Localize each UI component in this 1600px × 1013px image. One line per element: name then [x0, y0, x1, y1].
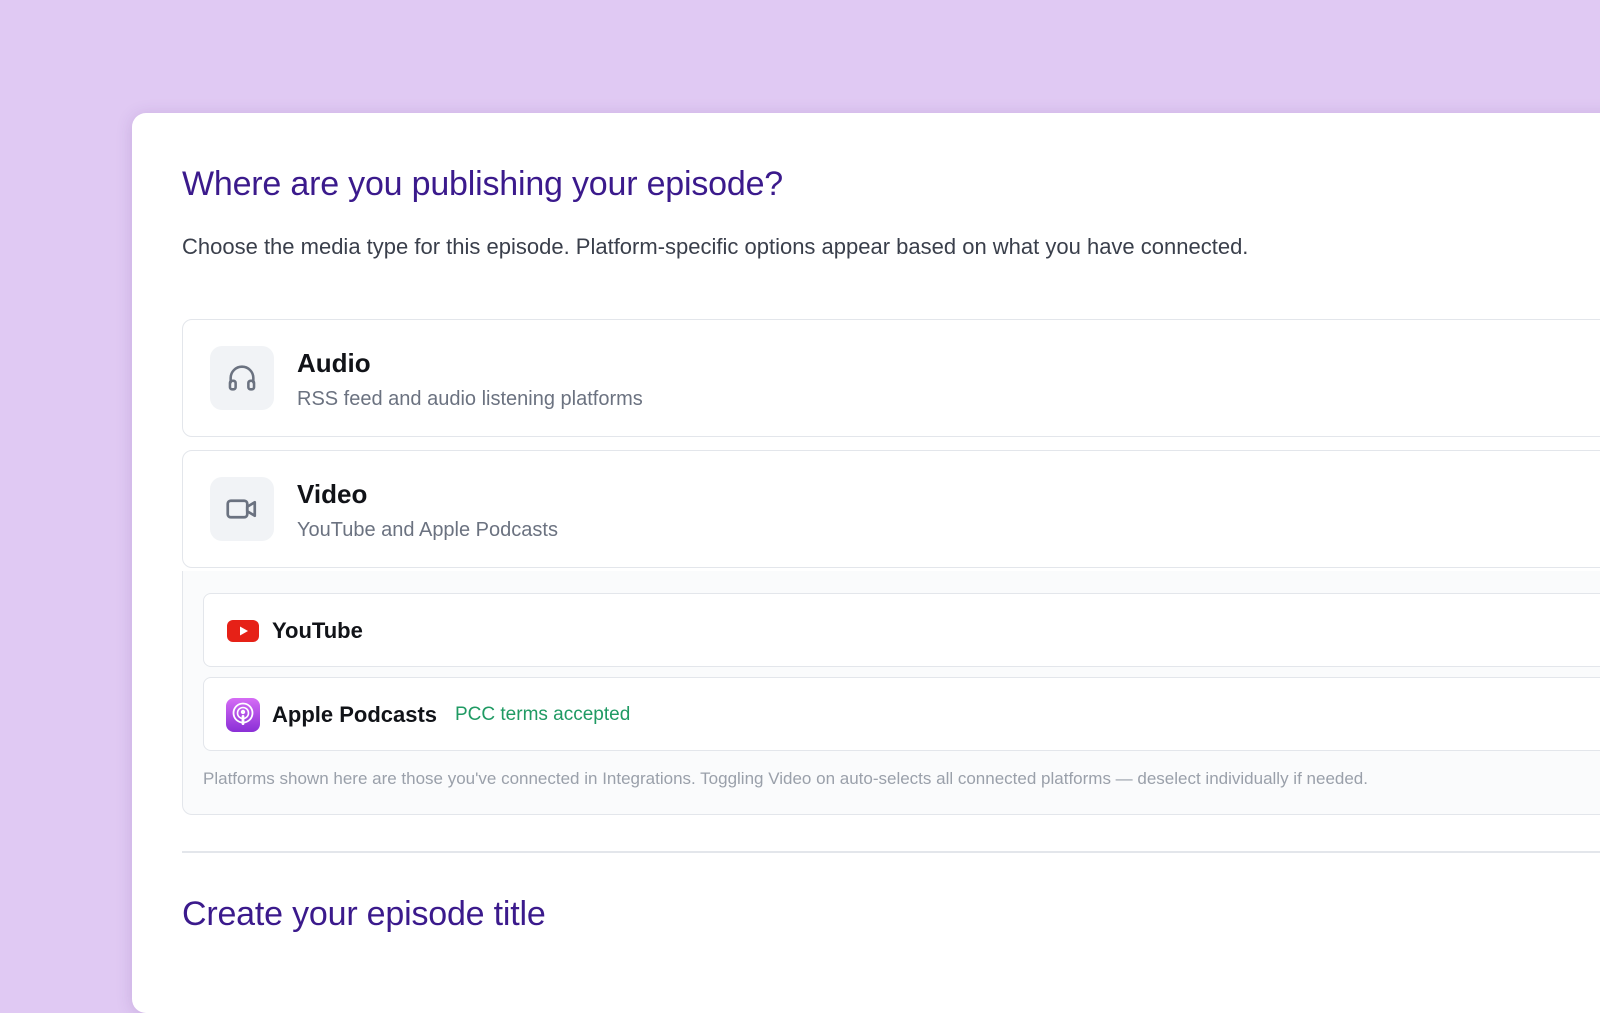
youtube-icon: [226, 614, 260, 648]
publish-heading: Where are you publishing your episode?: [182, 165, 783, 203]
video-camera-icon: [210, 477, 274, 541]
platform-youtube[interactable]: YouTube: [203, 593, 1600, 667]
audio-option-description: RSS feed and audio listening platforms: [297, 388, 643, 410]
platforms-note: Platforms shown here are those you've co…: [203, 769, 1368, 788]
audio-option[interactable]: Audio RSS feed and audio listening platf…: [182, 319, 1600, 437]
platform-youtube-name: YouTube: [272, 618, 363, 643]
publish-subtitle: Choose the media type for this episode. …: [182, 234, 1249, 259]
section-divider: [182, 851, 1600, 853]
headphones-icon: [210, 346, 274, 410]
video-option[interactable]: Video YouTube and Apple Podcasts: [182, 450, 1600, 568]
pcc-status-badge: PCC terms accepted: [455, 704, 631, 725]
episode-title-heading: Create your episode title: [182, 895, 546, 933]
publish-card: Where are you publishing your episode? C…: [132, 113, 1600, 1013]
video-platforms-panel: YouTube Apple Podcasts PCC terms accepte…: [182, 571, 1600, 815]
platform-apple-podcasts[interactable]: Apple Podcasts PCC terms accepted: [203, 677, 1600, 751]
audio-option-title: Audio: [297, 348, 371, 378]
apple-podcasts-icon: [226, 698, 260, 732]
platform-apple-podcasts-name: Apple Podcasts: [272, 702, 438, 727]
video-option-description: YouTube and Apple Podcasts: [297, 519, 558, 541]
video-option-title: Video: [297, 479, 368, 509]
